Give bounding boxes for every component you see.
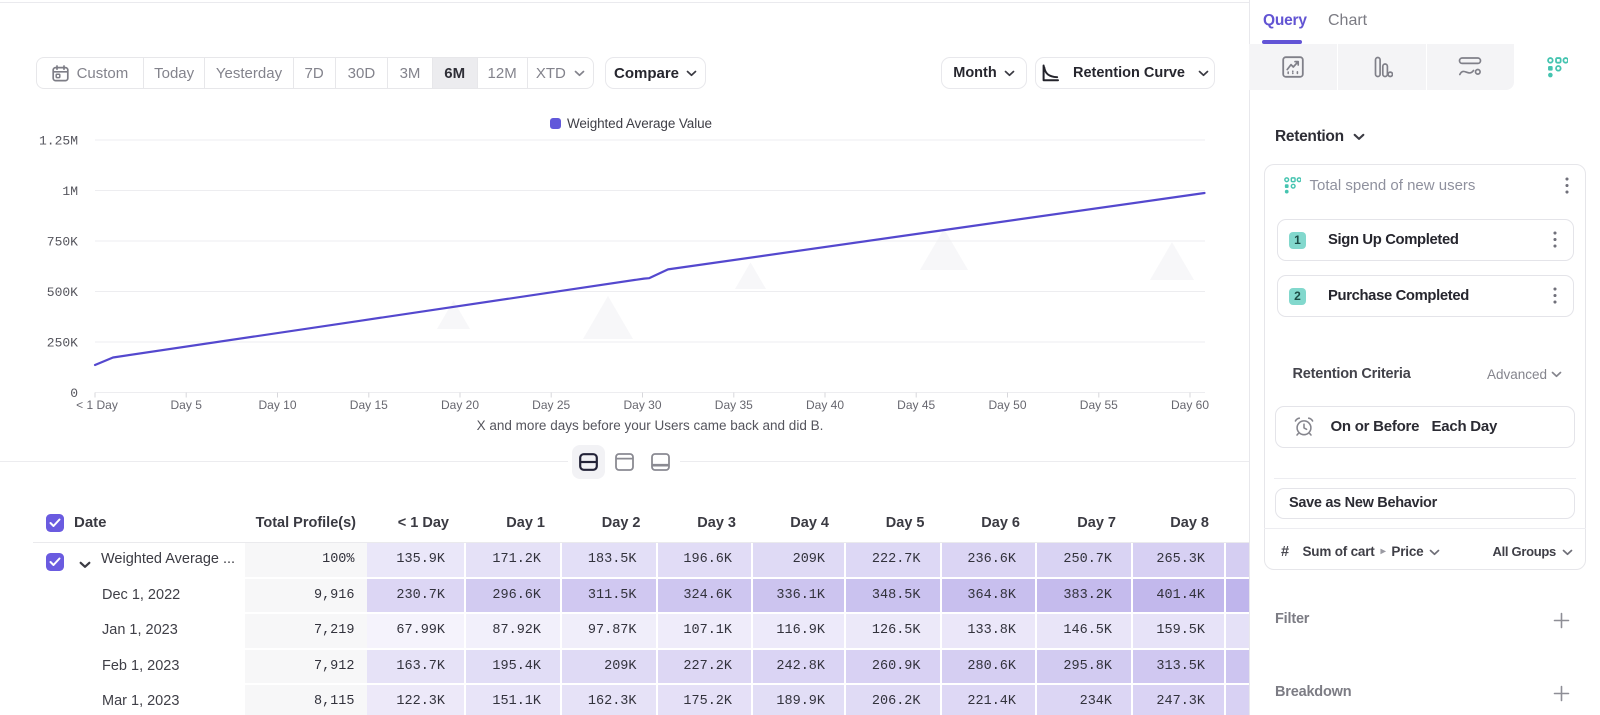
svg-text:500K: 500K [47,285,78,300]
svg-text:750K: 750K [47,235,78,250]
svg-text:1M: 1M [62,184,78,199]
svg-text:Day 45: Day 45 [897,398,935,412]
svg-text:Day 55: Day 55 [1080,398,1118,412]
svg-text:Day 25: Day 25 [532,398,570,412]
svg-text:Day 60: Day 60 [1171,398,1209,412]
svg-text:Day 50: Day 50 [988,398,1026,412]
svg-text:Day 15: Day 15 [350,398,388,412]
svg-text:Day 40: Day 40 [806,398,844,412]
svg-text:Day 35: Day 35 [715,398,753,412]
svg-text:Day 5: Day 5 [171,398,203,412]
svg-text:< 1 Day: < 1 Day [76,398,118,412]
svg-text:250K: 250K [47,336,78,351]
svg-text:Day 30: Day 30 [623,398,661,412]
svg-text:1.25M: 1.25M [39,134,78,149]
svg-text:Day 20: Day 20 [441,398,479,412]
svg-text:Day 10: Day 10 [258,398,296,412]
